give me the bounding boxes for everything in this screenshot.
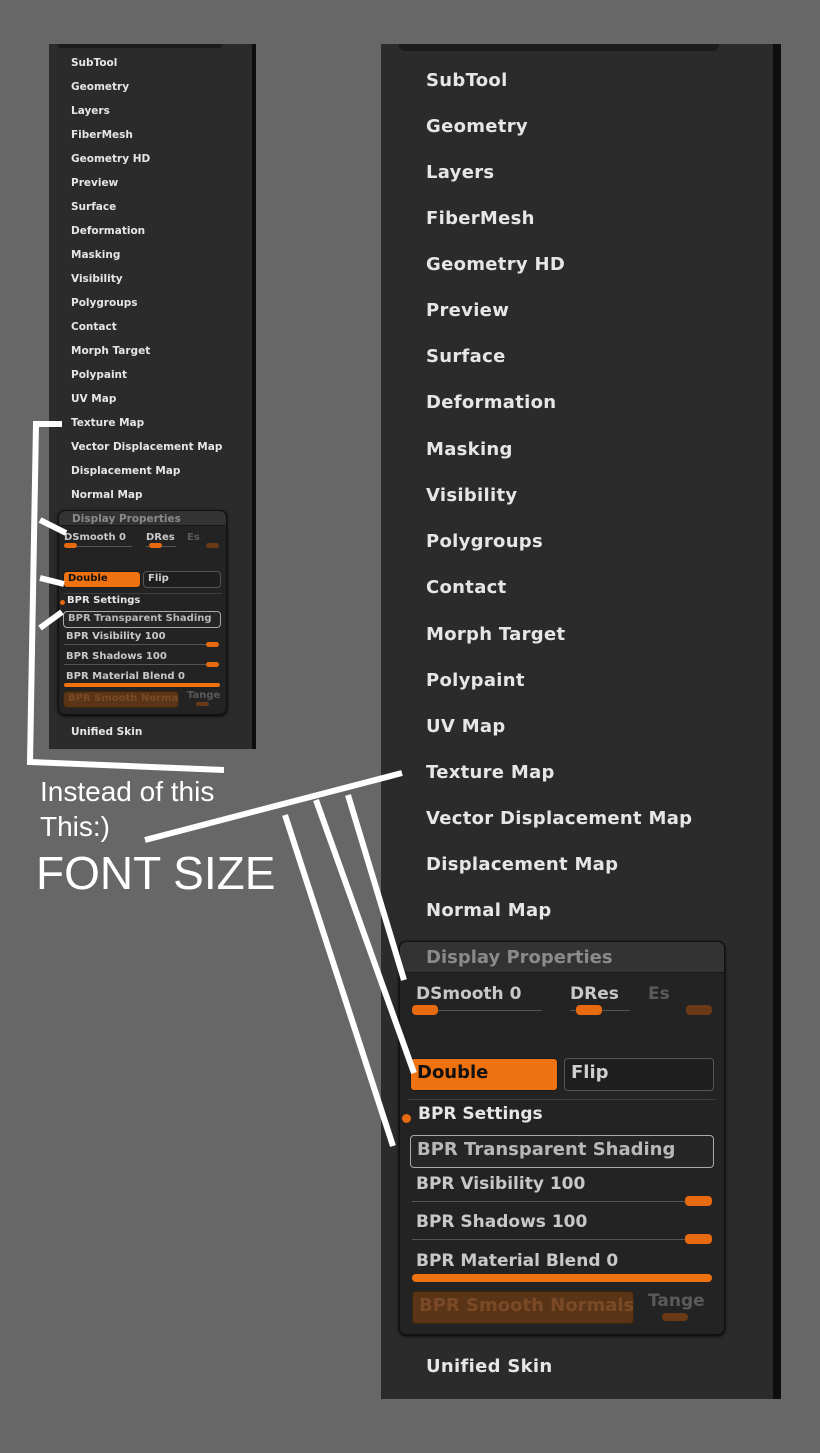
annotation-tick [38, 609, 64, 631]
annotation-font-size: FONT SIZE [36, 847, 276, 899]
annotation-lines [26, 421, 417, 1147]
annotation-tick [38, 517, 68, 536]
annotation-bracket [26, 421, 225, 773]
annotation-this: This:) [40, 811, 110, 842]
annotation-instead-of-this: Instead of this [40, 776, 215, 807]
annotation-tick [39, 575, 65, 587]
annotation-line [345, 794, 407, 981]
